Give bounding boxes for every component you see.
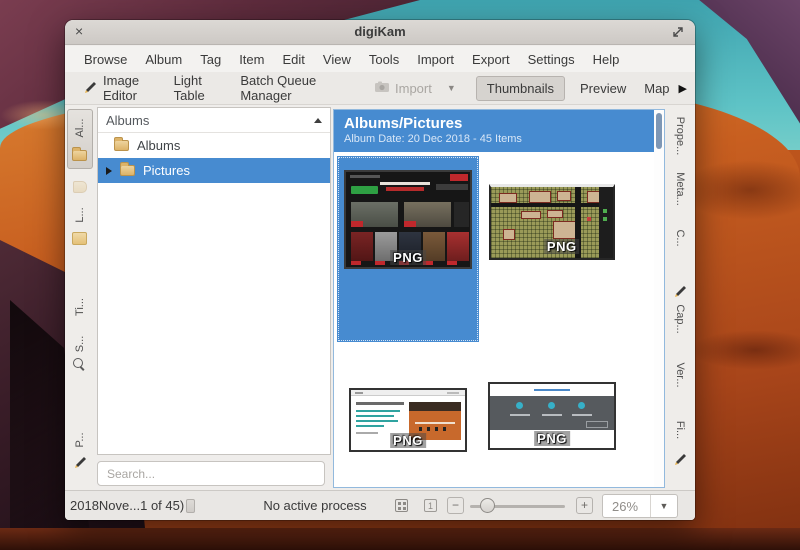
folder-icon — [72, 150, 87, 161]
menu-settings[interactable]: Settings — [519, 48, 584, 71]
label-icon — [72, 232, 87, 245]
album-search — [97, 461, 325, 486]
light-table-button[interactable]: Light Table — [165, 68, 232, 108]
expander-arrow-icon[interactable] — [106, 167, 112, 175]
thumbnail-cell-2[interactable]: PNG — [481, 156, 623, 342]
window-title: digiKam — [65, 24, 695, 39]
thumbnails-button[interactable]: Thumbnails — [476, 76, 565, 101]
fit-1-icon[interactable]: 1 — [424, 499, 437, 512]
zoom-slider-knob[interactable] — [480, 498, 495, 513]
menu-tools[interactable]: Tools — [360, 48, 408, 71]
desktop-wallpaper: × digiKam Browse Album Tag Item Edit Vie… — [0, 0, 800, 550]
zoom-level-combobox[interactable]: 26% ▼ — [602, 494, 678, 518]
format-badge: PNG — [390, 433, 426, 448]
search-tab-icon[interactable] — [65, 357, 95, 373]
sidebar-tab-people[interactable]: P... — [65, 429, 95, 451]
statusbar: 2018Nove...1 of 45) No active process 1 … — [65, 490, 695, 520]
album-banner-subtitle: Album Date: 20 Dec 2018 - 45 Items — [344, 133, 644, 145]
toolbar-overflow-arrow-icon[interactable]: ▶ — [679, 82, 687, 95]
format-badge: PNG — [534, 431, 570, 446]
tree-row-albums[interactable]: Albums — [98, 133, 330, 158]
format-badge: PNG — [544, 239, 580, 254]
thumbnail-cell-4[interactable]: PNG — [481, 342, 623, 487]
import-button[interactable]: Import — [365, 76, 441, 101]
right-sidebar-tabs: Prope... Meta... C... — [665, 105, 695, 490]
thumbnail-image-3: PNG — [349, 388, 467, 452]
thumbnail-image-4: PNG — [488, 382, 616, 450]
menu-help[interactable]: Help — [584, 48, 629, 71]
format-badge: PNG — [390, 250, 426, 265]
magnifier-icon — [73, 358, 86, 371]
thumbnail-cell-1[interactable]: PNG — [337, 156, 479, 342]
left-sidebar-tabs: Al... L... Ti... S... — [65, 105, 95, 490]
pencil-icon — [672, 283, 688, 303]
folder-icon — [120, 165, 135, 176]
people-tab-icon[interactable] — [65, 453, 95, 471]
selection-status: 2018Nove...1 of 45) — [70, 498, 184, 513]
thumbnail-image-1: PNG — [344, 170, 472, 269]
album-banner: Albums/Pictures Album Date: 20 Dec 2018 … — [334, 110, 654, 152]
sidebar-tab-filters[interactable]: Fi... — [665, 417, 695, 443]
battery-icon — [186, 499, 195, 513]
import-dropdown-arrow-icon[interactable]: ▼ — [441, 83, 462, 93]
batch-queue-manager-button[interactable]: Batch Queue Manager — [231, 68, 351, 108]
sidebar-tab-metadata[interactable]: Meta... — [665, 169, 695, 209]
zoom-level-value: 26% — [603, 499, 650, 514]
pencil-icon — [82, 79, 98, 97]
tools-tab-icon[interactable] — [665, 451, 695, 467]
process-status: No active process — [245, 498, 385, 513]
collapse-arrow-icon — [314, 118, 322, 123]
folder-icon — [114, 140, 129, 151]
album-tree-header[interactable]: Albums — [98, 108, 330, 133]
zoom-in-button[interactable]: + — [576, 497, 593, 514]
scrollbar — [654, 110, 664, 487]
maximize-icon[interactable] — [671, 25, 685, 39]
combo-dropdown-arrow-icon[interactable]: ▼ — [651, 501, 677, 511]
menu-export[interactable]: Export — [463, 48, 519, 71]
pencil-icon — [72, 454, 88, 470]
sidebar-tab-labels[interactable]: L... — [65, 203, 95, 227]
grid-view-icon[interactable] — [395, 499, 408, 512]
label-icon-tab[interactable] — [65, 231, 95, 247]
tree-row-pictures[interactable]: Pictures — [98, 158, 330, 183]
sidebar-tab-captions[interactable]: Cap... — [665, 301, 695, 337]
sidebar-tab-colors[interactable]: C... — [665, 225, 695, 251]
icon-view: Albums/Pictures Album Date: 20 Dec 2018 … — [333, 109, 665, 488]
thumbnail-image-2: PNG — [489, 184, 615, 260]
window-body: Al... L... Ti... S... — [65, 105, 695, 490]
albums-panel: Albums Albums Pictures — [95, 105, 333, 490]
sidebar-tab-albums[interactable]: Al... — [67, 109, 93, 169]
digikam-window: × digiKam Browse Album Tag Item Edit Vie… — [65, 20, 695, 520]
menu-import[interactable]: Import — [408, 48, 463, 71]
album-tree: Albums Albums Pictures — [97, 107, 331, 455]
image-editor-button[interactable]: Image Editor — [73, 68, 165, 108]
sidebar-tab-tags[interactable] — [65, 179, 95, 197]
album-banner-title: Albums/Pictures — [344, 115, 644, 132]
sidebar-tab-properties[interactable]: Prope... — [665, 115, 695, 157]
sidebar-tab-timeline[interactable]: Ti... — [65, 293, 95, 321]
map-button[interactable]: Map — [635, 76, 678, 101]
captions-tab-icon[interactable] — [665, 283, 695, 299]
tag-icon — [73, 181, 87, 193]
titlebar: × digiKam — [65, 20, 695, 45]
pencil-icon — [672, 451, 688, 471]
toolbar: Image Editor Light Table Batch Queue Man… — [65, 72, 695, 105]
scrollbar-thumb[interactable] — [656, 113, 662, 149]
preview-button[interactable]: Preview — [571, 76, 635, 101]
wallpaper-bottom-band — [0, 528, 800, 550]
sidebar-tab-search[interactable]: S... — [65, 333, 95, 355]
zoom-out-button[interactable]: − — [447, 497, 464, 514]
sidebar-tab-versions[interactable]: Ver... — [665, 359, 695, 391]
thumbnail-cell-3[interactable]: PNG — [337, 342, 479, 487]
search-input[interactable] — [97, 461, 325, 486]
camera-icon — [374, 81, 390, 96]
